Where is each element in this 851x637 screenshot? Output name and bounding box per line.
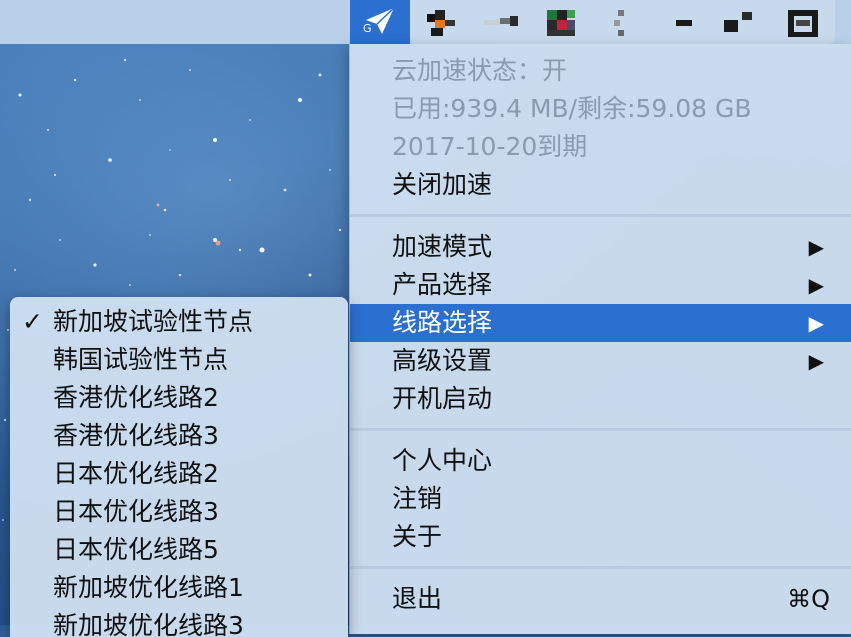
route-item-sg-1[interactable]: 新加坡优化线路1 bbox=[10, 569, 348, 607]
status-usage: 已用:939.4 MB/剩余:59.08 GB bbox=[392, 94, 752, 123]
route-item-label: 新加坡优化线路3 bbox=[53, 611, 244, 637]
submenu-arrow-icon: ▶ bbox=[808, 349, 824, 373]
route-item-jp-3[interactable]: 日本优化线路3 bbox=[10, 493, 348, 531]
route-item-sg-3[interactable]: 新加坡优化线路3 bbox=[10, 607, 348, 637]
route-item-hk-3[interactable]: 香港优化线路3 bbox=[10, 417, 348, 455]
menu-separator bbox=[350, 566, 851, 569]
menu-item-label: 退出 bbox=[392, 584, 443, 613]
submenu-arrow-icon: ▶ bbox=[808, 235, 824, 259]
app-badge-letter: G bbox=[363, 22, 372, 35]
menu-item-label: 关闭加速 bbox=[392, 170, 493, 199]
route-item-label: 香港优化线路3 bbox=[53, 421, 219, 450]
route-item-label: 新加坡优化线路1 bbox=[53, 573, 244, 602]
pixelated-icon-7[interactable] bbox=[786, 8, 822, 38]
menu-item-about[interactable]: 关于 bbox=[350, 518, 851, 556]
route-item-jp-2[interactable]: 日本优化线路2 bbox=[10, 455, 348, 493]
menu-item-label: 注销 bbox=[392, 484, 443, 513]
menu-item-close-accel[interactable]: 关闭加速 bbox=[350, 166, 851, 204]
status-expiry: 2017-10-20到期 bbox=[392, 132, 588, 161]
pixelated-icon-3[interactable] bbox=[545, 8, 581, 38]
route-item-kr-trial[interactable]: 韩国试验性节点 bbox=[10, 341, 348, 379]
menu-item-label: 关于 bbox=[392, 522, 443, 551]
route-item-label: 日本优化线路2 bbox=[53, 459, 219, 488]
pixelated-icon-5[interactable] bbox=[672, 8, 698, 38]
menu-item-accel-mode[interactable]: 加速模式 ▶ bbox=[350, 228, 851, 266]
menu-item-label: 个人中心 bbox=[392, 446, 493, 475]
route-item-label: 韩国试验性节点 bbox=[53, 345, 229, 374]
submenu-arrow-icon: ▶ bbox=[808, 311, 824, 335]
route-item-hk-2[interactable]: 香港优化线路2 bbox=[10, 379, 348, 417]
quit-shortcut: ⌘Q bbox=[787, 585, 830, 613]
route-item-label: 日本优化线路3 bbox=[53, 497, 219, 526]
menu-item-advanced-settings[interactable]: 高级设置 ▶ bbox=[350, 342, 851, 380]
menu-separator bbox=[350, 428, 851, 431]
menu-item-label: 加速模式 bbox=[392, 232, 493, 261]
menu-separator bbox=[350, 214, 851, 217]
menu-item-route-select[interactable]: 线路选择 ▶ bbox=[350, 304, 851, 342]
menu-item-logout[interactable]: 注销 bbox=[350, 480, 851, 518]
route-submenu: ✓ 新加坡试验性节点 韩国试验性节点 香港优化线路2 香港优化线路3 日本优化线… bbox=[10, 297, 348, 637]
checkmark-icon: ✓ bbox=[22, 307, 43, 336]
route-item-label: 新加坡试验性节点 bbox=[53, 307, 254, 336]
pixelated-icon-2[interactable] bbox=[480, 8, 524, 38]
menu-item-quit[interactable]: 退出 ⌘Q bbox=[350, 580, 851, 618]
menu-item-startup[interactable]: 开机启动 bbox=[350, 380, 851, 418]
status-accel-state: 云加速状态：开 bbox=[392, 56, 568, 85]
app-dropdown-menu: 云加速状态：开 已用:939.4 MB/剩余:59.08 GB 2017-10-… bbox=[349, 44, 851, 634]
menu-item-label: 线路选择 bbox=[392, 308, 493, 337]
pixelated-icon-4[interactable] bbox=[608, 8, 634, 38]
submenu-arrow-icon: ▶ bbox=[808, 273, 824, 297]
menu-item-label: 产品选择 bbox=[392, 270, 493, 299]
menu-item-label: 高级设置 bbox=[392, 346, 493, 375]
menu-item-profile[interactable]: 个人中心 bbox=[350, 442, 851, 480]
pixelated-icon-1[interactable] bbox=[425, 8, 461, 38]
route-item-jp-5[interactable]: 日本优化线路5 bbox=[10, 531, 348, 569]
menu-item-label: 开机启动 bbox=[392, 384, 493, 413]
route-item-label: 香港优化线路2 bbox=[53, 383, 219, 412]
menu-item-product-select[interactable]: 产品选择 ▶ bbox=[350, 266, 851, 304]
status-app-button[interactable]: G bbox=[350, 0, 410, 44]
route-item-label: 日本优化线路5 bbox=[53, 535, 219, 564]
pixelated-icon-6[interactable] bbox=[722, 8, 758, 38]
route-item-sg-trial[interactable]: ✓ 新加坡试验性节点 bbox=[10, 303, 348, 341]
